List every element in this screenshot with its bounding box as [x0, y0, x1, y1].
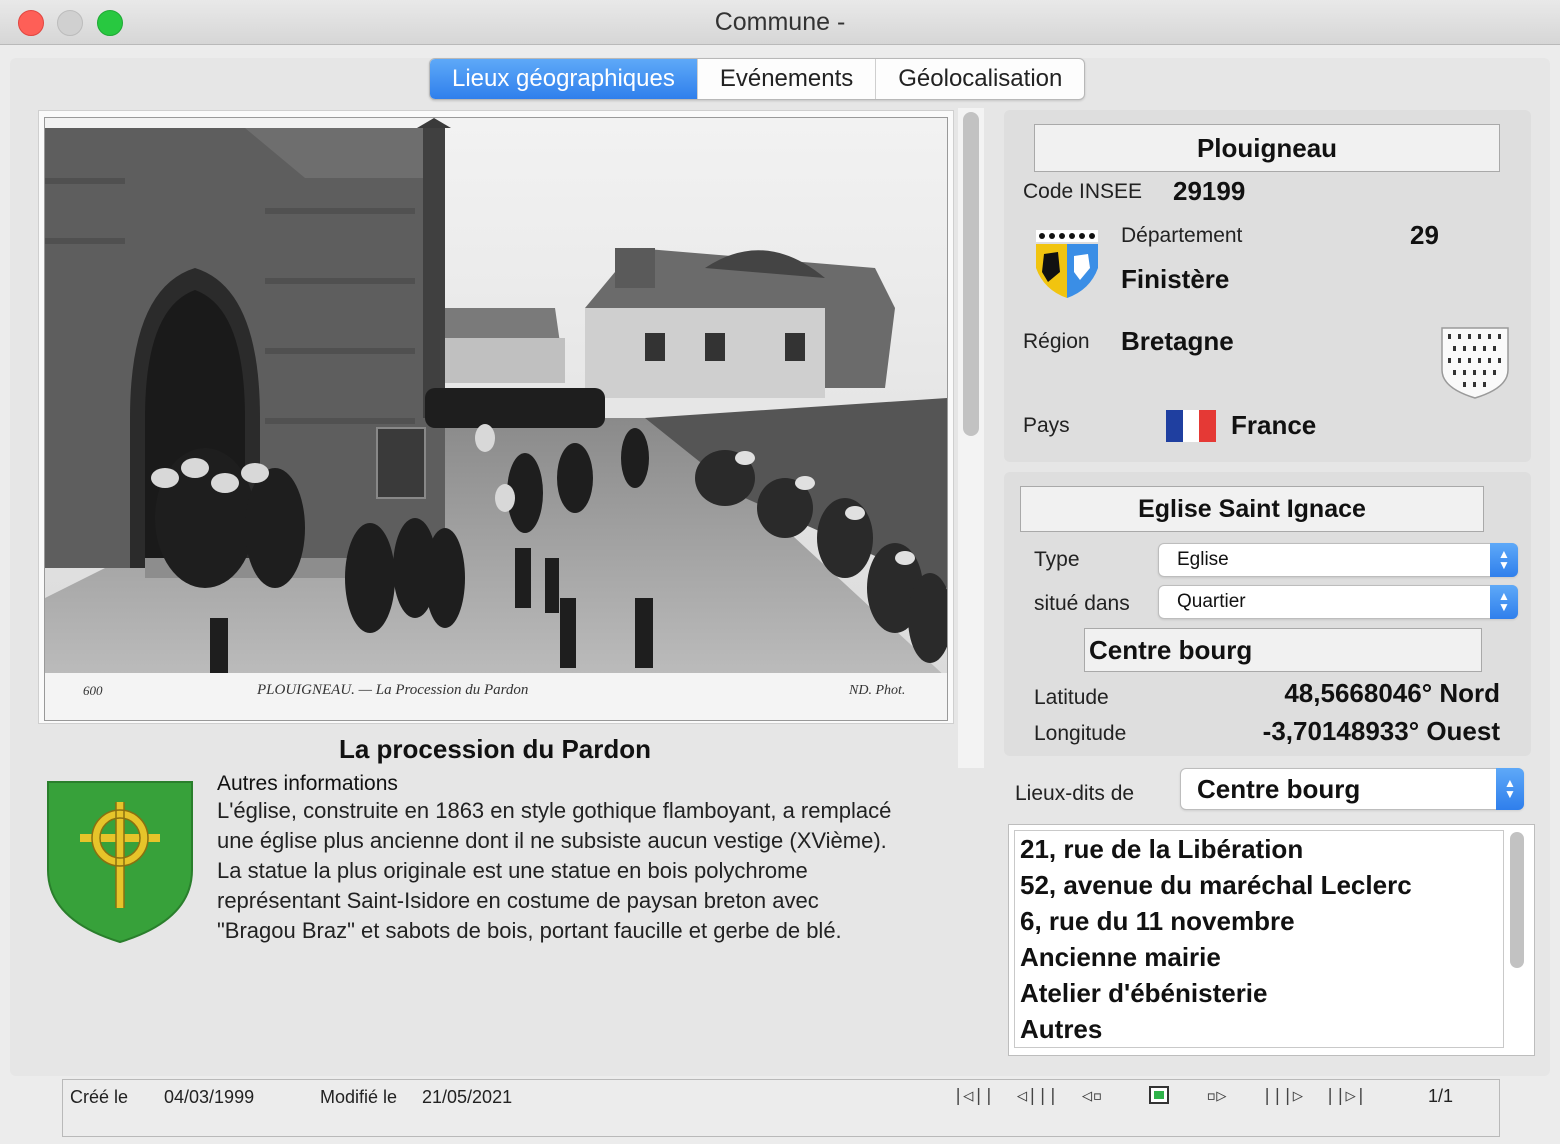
select-chevron-icon: ▲ ▼: [1490, 543, 1518, 577]
latitude-value: 48,5668046° Nord: [1284, 678, 1500, 708]
pays-name: France: [1231, 410, 1317, 440]
last-record-icon[interactable]: ||▷|: [1325, 1086, 1366, 1106]
photo-credit: ND. Phot.: [848, 683, 905, 698]
info-line: une église plus ancienne dont il ne subs…: [217, 828, 887, 853]
info-line: L'église, construite en 1863 en style go…: [217, 798, 892, 823]
window-title: Commune -: [714, 8, 846, 36]
type-label: Type: [1034, 548, 1080, 571]
departement-label: Département: [1121, 224, 1243, 247]
parent-place-name: Centre bourg: [1084, 628, 1482, 672]
current-record-icon[interactable]: [1149, 1086, 1169, 1104]
info-line: représentant Saint-Isidore en costume de…: [217, 888, 819, 913]
autres-informations-text: L'église, construite en 1863 en style go…: [217, 796, 967, 946]
list-item[interactable]: 6, rue du 11 novembre: [1015, 903, 1503, 939]
lieux-dits-select[interactable]: Centre bourg ▲ ▼: [1180, 768, 1524, 810]
place-caption: La procession du Pardon: [338, 734, 652, 764]
photo-number: 600: [83, 683, 103, 698]
situe-dans-select-value: Quartier: [1177, 591, 1246, 612]
longitude-label: Longitude: [1034, 722, 1127, 745]
lieux-dits-list[interactable]: 21, rue de la Libération 52, avenue du m…: [1014, 830, 1504, 1048]
previous-page-icon[interactable]: ◁|||: [1017, 1086, 1058, 1106]
region-label: Région: [1023, 330, 1090, 353]
next-record-icon[interactable]: ▫▷: [1206, 1086, 1226, 1106]
photo-caption: PLOUIGNEAU. — La Procession du Pardon: [256, 682, 528, 698]
tab-geolocalisation[interactable]: Géolocalisation: [876, 59, 1084, 99]
record-counter: 1/1: [1428, 1086, 1454, 1106]
situe-dans-select[interactable]: Quartier ▲ ▼: [1158, 585, 1518, 619]
lieu-name: Eglise Saint Ignace: [1020, 486, 1484, 532]
lieux-dits-select-value: Centre bourg: [1197, 774, 1361, 804]
region-name: Bretagne: [1121, 326, 1234, 356]
photo-scroll-thumb[interactable]: [963, 112, 979, 436]
autres-informations-label: Autres informations: [217, 772, 398, 795]
list-item[interactable]: Ancienne mairie: [1015, 939, 1503, 975]
historic-photo: 600 PLOUIGNEAU. — La Procession du Pardo…: [44, 117, 948, 721]
tab-lieux-geographiques[interactable]: Lieux géographiques: [430, 59, 698, 99]
brittany-ermine-shield-icon: [1440, 326, 1510, 400]
created-label: Créé le: [70, 1087, 129, 1107]
departement-name: Finistère: [1121, 264, 1230, 294]
departement-code: 29: [1410, 220, 1439, 250]
type-select-value: Eglise: [1177, 549, 1229, 570]
france-flag-icon: [1166, 410, 1217, 442]
first-record-icon[interactable]: |◁||: [953, 1086, 994, 1106]
insee-label: Code INSEE: [1023, 180, 1143, 203]
title-bar: Commune -: [0, 0, 1560, 45]
select-chevron-icon: ▲ ▼: [1496, 768, 1524, 810]
commune-name: Plouigneau: [1034, 124, 1500, 172]
latitude-label: Latitude: [1034, 686, 1109, 709]
list-item[interactable]: Atelier d'ébénisterie: [1015, 975, 1503, 1011]
situe-dans-label: situé dans: [1034, 592, 1130, 615]
created-date: 04/03/1999: [164, 1087, 255, 1107]
finistere-coat-of-arms-icon: [1034, 228, 1100, 300]
type-select[interactable]: Eglise ▲ ▼: [1158, 543, 1518, 577]
select-chevron-icon: ▲ ▼: [1490, 585, 1518, 619]
info-line: La statue la plus originale est une stat…: [217, 858, 808, 883]
pays-label: Pays: [1023, 414, 1070, 437]
modified-date: 21/05/2021: [422, 1087, 513, 1107]
info-line: "Bragou Braz" et sabots de bois, portant…: [217, 918, 842, 943]
lieux-dits-label: Lieux-dits de: [1015, 782, 1135, 805]
tab-bar: Lieux géographiques Evénements Géolocali…: [429, 58, 1086, 100]
insee-code: 29199: [1173, 176, 1246, 206]
modified-label: Modifié le: [320, 1087, 398, 1107]
list-item[interactable]: Autres: [1015, 1011, 1503, 1047]
photo-image: 600 PLOUIGNEAU. — La Procession du Pardo…: [45, 118, 947, 720]
list-item[interactable]: 52, avenue du maréchal Leclerc: [1015, 867, 1503, 903]
list-scroll-thumb[interactable]: [1510, 832, 1524, 968]
previous-record-icon[interactable]: ◁▫: [1082, 1086, 1102, 1106]
next-page-icon[interactable]: |||▷: [1262, 1086, 1303, 1106]
tab-evenements[interactable]: Evénements: [698, 59, 877, 99]
celtic-cross-shield-icon: [46, 780, 194, 944]
longitude-value: -3,70148933° Ouest: [1262, 716, 1500, 746]
list-item[interactable]: 21, rue de la Libération: [1015, 831, 1503, 867]
